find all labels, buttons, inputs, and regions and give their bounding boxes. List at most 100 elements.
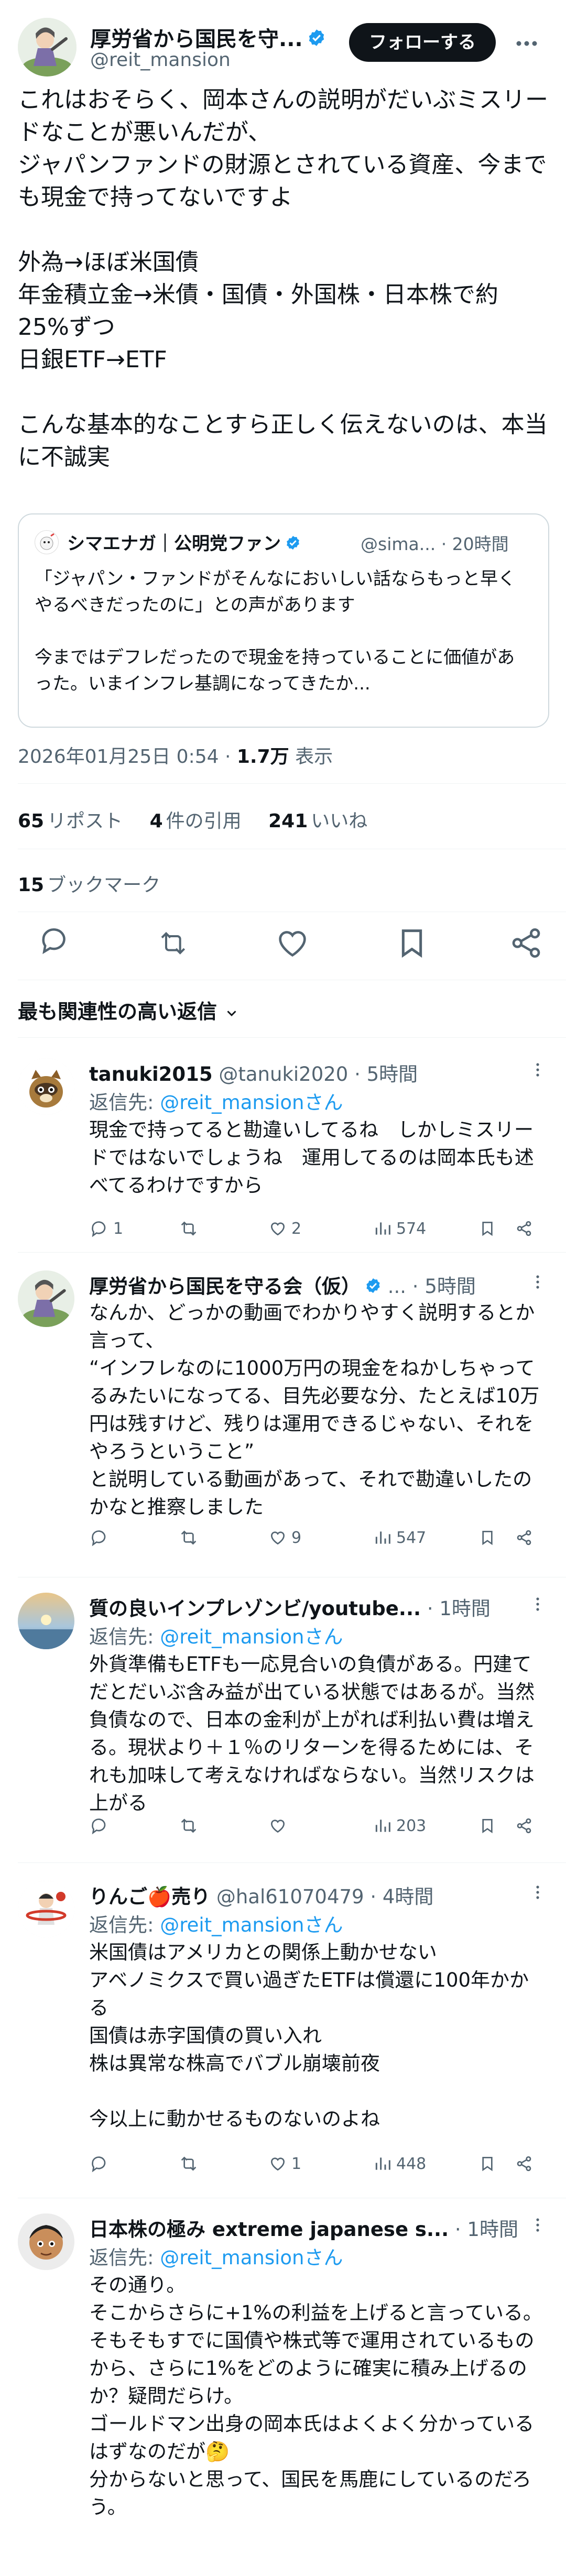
post-timestamp: 2026年01月25日 0:54 · 1.7万 表示 — [18, 741, 333, 769]
reply-item[interactable]: 質の良いインプレゾンビ/youtube... · 1時間 返信先: @reit_… — [0, 1593, 566, 1844]
reply-reply-button[interactable]: 1 — [89, 1215, 123, 1242]
view-count: 203 — [396, 1816, 427, 1835]
reply-author-handle[interactable]: @hal61070479 · 4時間 — [216, 1886, 434, 1908]
likes-count: 241 — [268, 810, 308, 832]
reply-views[interactable]: 448 — [372, 2151, 426, 2177]
reply-item[interactable]: 日本株の極み extreme japanese s... · 1時間 返信先: … — [0, 2213, 566, 2575]
quoted-post-card[interactable]: シマエナガ｜公明党ファン @sima... · 20時間 「ジャパン・ファンドが… — [18, 513, 549, 728]
reply-to-line: 返信先: @reit_mansionさん — [89, 1087, 343, 1115]
repost-icon — [181, 1221, 197, 1236]
reply-repost-button[interactable] — [178, 1215, 202, 1242]
reply-avatar[interactable] — [18, 1058, 74, 1115]
bookmark-icon[interactable] — [477, 1215, 501, 1242]
reply-text: その通り。 そこからさらに+1%の利益を上げると言っている。 そもそもすでに国債… — [89, 2274, 542, 2518]
follow-button[interactable]: フォローする — [349, 23, 496, 62]
views-icon — [375, 1531, 390, 1544]
reply-views[interactable]: 547 — [372, 1525, 426, 1551]
views-icon — [375, 1222, 390, 1235]
reply-author: 厚労省から国民を守る会（仮） ... · 5時間 — [89, 1270, 476, 1299]
views-icon — [375, 1819, 390, 1832]
reply-author-handle[interactable]: @tanuki2020 · 5時間 — [219, 1063, 418, 1086]
bookmarks-stat[interactable]: 15 ブックマーク — [18, 870, 160, 897]
post-author-header: 厚労省から国民を守... @reit_mansion フォローする — [18, 18, 548, 76]
reply-author-name[interactable]: 質の良いインプレゾンビ/youtube... — [89, 1597, 421, 1620]
reply-sort-selector[interactable]: 最も関連性の高い返信 — [18, 995, 240, 1024]
chevron-down-icon — [224, 1000, 240, 1023]
views-label: 表示 — [289, 746, 333, 768]
more-options-icon[interactable] — [527, 1594, 548, 1615]
quoted-author-name: シマエナガ｜公明党ファン — [67, 529, 301, 555]
reply-to-link[interactable]: @reit_mansionさん — [160, 2246, 343, 2269]
reply-like-button[interactable] — [267, 1813, 291, 1839]
reposts-stat[interactable]: 65 リポスト — [18, 810, 123, 832]
quoted-post-text: 「ジャパン・ファンドがそんなにおいしい話ならもっと早くやるべきだったのに」との声… — [35, 568, 516, 694]
reply-icon[interactable] — [32, 922, 74, 964]
reply-reply-button[interactable] — [89, 1813, 113, 1839]
quotes-stat[interactable]: 4 件の引用 — [150, 810, 242, 832]
bookmarks-count: 15 — [18, 874, 45, 896]
reply-to-link[interactable]: @reit_mansionさん — [160, 1626, 343, 1648]
reply-to-link[interactable]: @reit_mansionさん — [160, 1914, 343, 1936]
share-icon[interactable] — [514, 1215, 538, 1242]
bookmark-icon[interactable] — [477, 1525, 501, 1551]
bookmarks-label: ブックマーク — [47, 874, 161, 896]
reply-item[interactable]: りんご🍎売り @hal61070479 · 4時間 返信先: @reit_man… — [0, 1881, 566, 2185]
author-handle[interactable]: @reit_mansion — [90, 49, 231, 71]
more-options-icon[interactable] — [508, 25, 545, 62]
reply-like-button[interactable]: 2 — [267, 1215, 301, 1242]
repost-icon[interactable] — [152, 922, 194, 964]
bookmark-icon[interactable] — [477, 2151, 501, 2177]
reply-author-handle[interactable]: ... · 5時間 — [388, 1275, 476, 1298]
share-icon[interactable] — [514, 1525, 538, 1551]
reply-author-name[interactable]: tanuki2015 — [89, 1063, 213, 1086]
reply-repost-button[interactable] — [178, 1525, 202, 1551]
reply-views[interactable]: 203 — [372, 1813, 426, 1839]
reply-author-handle[interactable]: · 1時間 — [449, 2218, 518, 2241]
more-options-icon[interactable] — [527, 1882, 548, 1903]
share-icon[interactable] — [514, 1813, 538, 1839]
reply-author-name[interactable]: 厚労省から国民を守る会（仮） — [89, 1275, 361, 1298]
more-options-icon[interactable] — [527, 1059, 548, 1080]
reply-author-name[interactable]: 日本株の極み extreme japanese s... — [89, 2218, 449, 2241]
author-name[interactable]: 厚労省から国民を守... — [90, 22, 326, 52]
bookmark-icon[interactable] — [477, 1813, 501, 1839]
reply-action-bar: 1 448 — [89, 2151, 545, 2177]
bookmark-icon[interactable] — [391, 922, 433, 964]
reply-item[interactable]: 厚労省から国民を守る会（仮） ... · 5時間 なんか、どっかの動画でわかりや… — [0, 1270, 566, 1559]
author-name-text[interactable]: 厚労省から国民を守... — [90, 27, 303, 51]
reply-to-link[interactable]: @reit_mansionさん — [160, 1091, 343, 1114]
reply-author-handle[interactable]: · 1時間 — [421, 1597, 491, 1620]
reply-avatar[interactable] — [18, 2213, 74, 2270]
likes-stat[interactable]: 241 いいね — [268, 810, 367, 832]
reply-reply-button[interactable] — [89, 1525, 113, 1551]
like-icon — [271, 1819, 285, 1833]
share-icon[interactable] — [514, 2151, 538, 2177]
reply-reply-button[interactable] — [89, 2151, 113, 2177]
reply-like-button[interactable]: 9 — [267, 1525, 301, 1551]
reply-repost-button[interactable] — [178, 2151, 202, 2177]
like-icon[interactable] — [271, 922, 313, 964]
like-icon — [271, 1531, 285, 1545]
share-icon[interactable] — [505, 922, 547, 964]
reply-author: りんご🍎売り @hal61070479 · 4時間 — [89, 1881, 433, 1909]
reply-item[interactable]: tanuki2015 @tanuki2020 · 5時間 返信先: @reit_… — [0, 1058, 566, 1252]
view-count: 574 — [396, 1219, 427, 1238]
reply-like-button[interactable]: 1 — [267, 2151, 301, 2177]
reply-author: 質の良いインプレゾンビ/youtube... · 1時間 — [89, 1593, 491, 1621]
repost-icon — [181, 2156, 197, 2171]
reply-text: 現金で持ってると勘違いしてるね しかしミスリードではないでしょうね 運用してるの… — [89, 1119, 534, 1197]
author-avatar[interactable] — [18, 18, 77, 76]
verified-badge-icon — [365, 1276, 382, 1299]
reply-avatar[interactable] — [18, 1270, 74, 1327]
reply-avatar[interactable] — [18, 1881, 74, 1937]
more-options-icon[interactable] — [527, 2215, 548, 2235]
verified-badge-icon — [285, 534, 301, 555]
reply-avatar[interactable] — [18, 1593, 74, 1649]
more-options-icon[interactable] — [527, 1271, 548, 1292]
reply-action-bar: 203 — [89, 1813, 545, 1839]
timestamp-text[interactable]: 2026年01月25日 0:54 · — [18, 746, 237, 768]
reply-author: 日本株の極み extreme japanese s... · 1時間 — [89, 2213, 518, 2242]
reply-repost-button[interactable] — [178, 1813, 202, 1839]
reply-views[interactable]: 574 — [372, 1215, 426, 1242]
reply-author-name[interactable]: りんご🍎売り — [89, 1886, 210, 1908]
